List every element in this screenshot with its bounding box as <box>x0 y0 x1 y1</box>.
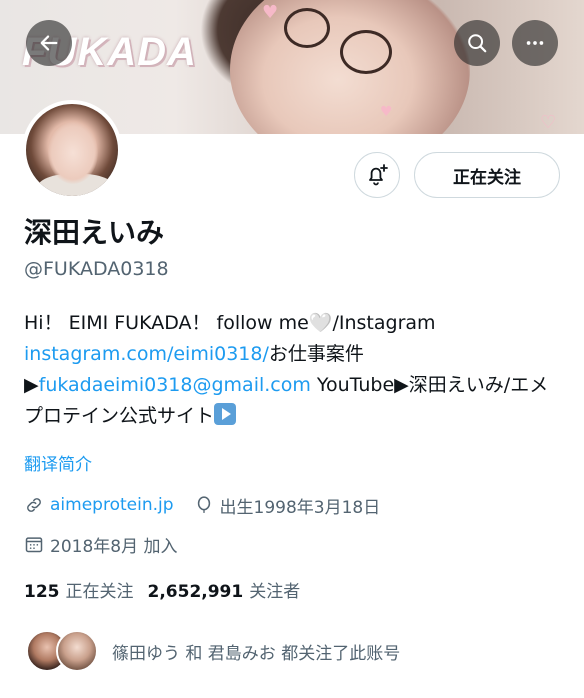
banner-glasses-right <box>340 30 392 74</box>
back-button[interactable] <box>26 20 72 66</box>
mutual-followers[interactable]: 篠田ゆう 和 君島みお 都关注了此账号 <box>26 628 400 674</box>
website-link[interactable]: aimeprotein.jp <box>50 495 174 515</box>
profile-bio: Hi！ EIMI FUKADA！ follow me🤍/Instagram in… <box>24 308 564 432</box>
following-button[interactable]: 正在关注 <box>414 152 560 198</box>
link-icon <box>27 498 41 512</box>
bio-business: お仕事案件 <box>268 343 364 365</box>
email-link[interactable]: fukadaeimi0318@gmail.com <box>39 374 311 396</box>
heart-icon: ♥ <box>380 104 393 120</box>
avatar <box>56 630 98 672</box>
join-date: 2018年8月 加入 <box>50 536 178 557</box>
balloon-icon <box>197 496 210 513</box>
more-button[interactable] <box>512 20 558 66</box>
profile-meta-row: aimeprotein.jp 出生1998年3月18日 <box>24 492 380 518</box>
profile-avatar[interactable] <box>22 100 122 200</box>
followers-count[interactable]: 2,652,991 关注者 <box>148 577 301 602</box>
heart-icon: ♡ <box>540 112 557 133</box>
bio-arrow: ▶ <box>24 374 39 396</box>
bell-plus-icon <box>369 164 388 186</box>
arrow-left-icon <box>40 35 58 51</box>
notifications-button[interactable] <box>354 152 400 198</box>
banner-glasses-left <box>284 8 330 48</box>
follow-counts: 125 正在关注 2,652,991 关注者 <box>24 577 300 602</box>
display-name: 深田えいみ <box>24 216 165 249</box>
instagram-link[interactable]: instagram.com/eimi0318/ <box>24 343 269 365</box>
heart-icon: ♥ <box>262 2 279 23</box>
birth-date: 出生1998年3月18日 <box>219 497 381 518</box>
search-button[interactable] <box>454 20 500 66</box>
bio-intro: Hi！ EIMI FUKADA！ follow me🤍/Instagram <box>24 312 436 334</box>
user-handle: @FUKADA0318 <box>24 258 169 280</box>
translate-bio-link[interactable]: 翻译简介 <box>24 450 92 475</box>
mutual-followers-text: 篠田ゆう 和 君島みお 都关注了此账号 <box>112 643 401 664</box>
calendar-icon <box>25 537 43 553</box>
play-button-icon <box>214 403 237 425</box>
more-horizontal-icon <box>526 41 544 45</box>
joined-row: 2018年8月 加入 <box>24 531 177 557</box>
search-icon <box>468 34 487 53</box>
following-count[interactable]: 125 正在关注 <box>24 577 134 602</box>
